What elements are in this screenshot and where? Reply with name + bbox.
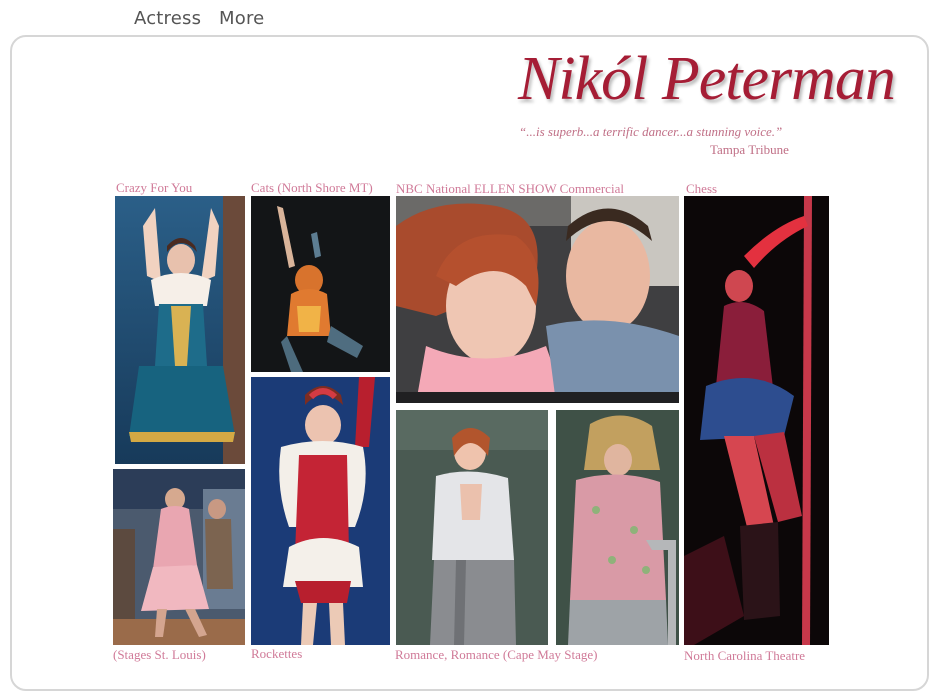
nav-link-more[interactable]: More — [219, 8, 264, 29]
photo-nbc-commercial[interactable] — [396, 196, 679, 403]
caption-nbc-commercial: NBC National ELLEN SHOW Commercial — [396, 181, 624, 196]
caption-stages: (Stages St. Louis) — [113, 647, 206, 662]
photo-rockettes[interactable] — [251, 377, 390, 645]
top-nav: Actress More — [0, 0, 948, 36]
photo-romance-2[interactable] — [556, 410, 679, 645]
site-title-logo: Nikól Peterman — [518, 45, 896, 113]
press-quote-source: Tampa Tribune — [710, 142, 789, 157]
press-quote: “...is superb...a terrific dancer...a st… — [519, 124, 783, 139]
caption-nc-theatre: North Carolina Theatre — [684, 648, 806, 663]
caption-romance: Romance, Romance (Cape May Stage) — [395, 647, 598, 662]
photo-crazy-for-you[interactable] — [115, 196, 245, 464]
photo-stages-st-louis[interactable] — [113, 469, 245, 645]
caption-rockettes: Rockettes — [251, 646, 303, 661]
photo-cats[interactable] — [251, 196, 390, 372]
caption-crazy-for-you: Crazy For You — [116, 180, 193, 195]
photo-romance-1[interactable] — [396, 410, 548, 645]
photo-chess[interactable] — [684, 196, 829, 645]
caption-chess: Chess — [686, 181, 718, 196]
nav-link-actress[interactable]: Actress — [134, 8, 201, 29]
caption-cats: Cats (North Shore MT) — [251, 180, 373, 195]
